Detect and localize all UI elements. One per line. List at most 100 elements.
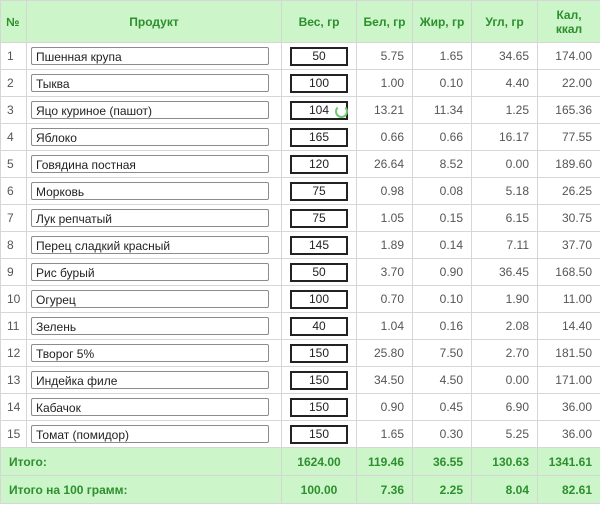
weight-input[interactable]: 100 (290, 73, 348, 93)
weight-input[interactable]: 150 (290, 397, 348, 417)
row-number: 11 (0, 312, 27, 340)
header-carbs: Угл, гр (471, 0, 538, 43)
table-row: 13 Индейка филе 150 34.50 4.50 0.00 171.00 (0, 366, 600, 394)
protein-value: 5.75 (356, 42, 413, 70)
weight-input[interactable]: 150 (290, 370, 348, 390)
per100-label: Итого на 100 грамм: (0, 475, 282, 504)
weight-input[interactable]: 75 (290, 181, 348, 201)
weight-input[interactable]: 150 (290, 424, 348, 444)
fat-value: 8.52 (412, 150, 472, 178)
row-number: 2 (0, 69, 27, 97)
product-name-input[interactable]: Огурец (31, 290, 269, 308)
totals-protein: 119.46 (356, 447, 413, 476)
protein-value: 0.90 (356, 393, 413, 421)
carbs-value: 7.11 (471, 231, 538, 259)
weight-input[interactable]: 104 (290, 100, 348, 120)
product-name-input[interactable]: Морковь (31, 182, 269, 200)
carbs-value: 5.18 (471, 177, 538, 205)
weight-value: 50 (312, 264, 326, 279)
row-number: 9 (0, 258, 27, 286)
fat-value: 0.16 (412, 312, 472, 340)
header-fat: Жир, гр (412, 0, 472, 43)
weight-input[interactable]: 120 (290, 154, 348, 174)
carbs-value: 16.17 (471, 123, 538, 151)
protein-value: 0.98 (356, 177, 413, 205)
per100-weight: 100.00 (281, 475, 357, 504)
loading-spinner-icon (335, 104, 348, 118)
product-name-input[interactable]: Томат (помидор) (31, 425, 269, 443)
weight-value: 100 (308, 291, 330, 306)
row-number: 10 (0, 285, 27, 313)
weight-input[interactable]: 150 (290, 343, 348, 363)
fat-value: 0.66 (412, 123, 472, 151)
fat-value: 4.50 (412, 366, 472, 394)
product-name-input[interactable]: Индейка филе (31, 371, 269, 389)
header-calories: Кал, ккал (537, 0, 600, 43)
row-number: 12 (0, 339, 27, 367)
fat-value: 11.34 (412, 96, 472, 124)
protein-value: 1.05 (356, 204, 413, 232)
table-row: 10 Огурец 100 0.70 0.10 1.90 11.00 (0, 285, 600, 313)
header-calories-line2: ккал (555, 21, 583, 36)
table-row: 12 Творог 5% 150 25.80 7.50 2.70 181.50 (0, 339, 600, 367)
carbs-value: 34.65 (471, 42, 538, 70)
weight-value: 75 (312, 210, 326, 225)
row-number: 4 (0, 123, 27, 151)
row-number: 5 (0, 150, 27, 178)
calories-value: 37.70 (537, 231, 600, 259)
table-row: 5 Говядина постная 120 26.64 8.52 0.00 189.60 (0, 150, 600, 178)
row-number: 8 (0, 231, 27, 259)
fat-value: 0.14 (412, 231, 472, 259)
product-name-input[interactable]: Перец сладкий красный (31, 236, 269, 254)
product-name-input[interactable]: Зелень (31, 317, 269, 335)
weight-input[interactable]: 145 (290, 235, 348, 255)
product-name-input[interactable]: Яцо куриное (пашот) (31, 101, 269, 119)
protein-value: 13.21 (356, 96, 413, 124)
totals-row: Итого: 1624.00 119.46 36.55 130.63 1341.… (0, 447, 600, 476)
calories-value: 189.60 (537, 150, 600, 178)
weight-value: 145 (308, 237, 330, 252)
carbs-value: 0.00 (471, 366, 538, 394)
calories-value: 14.40 (537, 312, 600, 340)
protein-value: 0.66 (356, 123, 413, 151)
table-row: 6 Морковь 75 0.98 0.08 5.18 26.25 (0, 177, 600, 205)
weight-value: 165 (308, 129, 330, 144)
product-name-input[interactable]: Рис бурый (31, 263, 269, 281)
carbs-value: 6.90 (471, 393, 538, 421)
protein-value: 26.64 (356, 150, 413, 178)
product-name-input[interactable]: Лук репчатый (31, 209, 269, 227)
row-number: 1 (0, 42, 27, 70)
calories-value: 26.25 (537, 177, 600, 205)
header-product: Продукт (26, 0, 282, 43)
weight-value: 100 (308, 75, 330, 90)
fat-value: 0.15 (412, 204, 472, 232)
weight-input[interactable]: 40 (290, 316, 348, 336)
weight-input[interactable]: 165 (290, 127, 348, 147)
table-row: 7 Лук репчатый 75 1.05 0.15 6.15 30.75 (0, 204, 600, 232)
calories-value: 22.00 (537, 69, 600, 97)
product-name-input[interactable]: Творог 5% (31, 344, 269, 362)
nutrition-table: № Продукт Вес, гр Бел, гр Жир, гр Угл, г… (0, 0, 600, 504)
weight-input[interactable]: 75 (290, 208, 348, 228)
table-row: 3 Яцо куриное (пашот) 104 13.21 11.34 1.25 165… (0, 96, 600, 124)
weight-input[interactable]: 50 (290, 46, 348, 66)
weight-input[interactable]: 100 (290, 289, 348, 309)
fat-value: 0.08 (412, 177, 472, 205)
calories-value: 181.50 (537, 339, 600, 367)
table-row: 2 Тыква 100 1.00 0.10 4.40 22.00 (0, 69, 600, 97)
product-name-input[interactable]: Кабачок (31, 398, 269, 416)
row-number: 7 (0, 204, 27, 232)
product-name-input[interactable]: Говядина постная (31, 155, 269, 173)
weight-value: 104 (308, 102, 330, 117)
calories-value: 11.00 (537, 285, 600, 313)
product-name-input[interactable]: Тыква (31, 74, 269, 92)
calories-value: 77.55 (537, 123, 600, 151)
carbs-value: 2.70 (471, 339, 538, 367)
carbs-value: 6.15 (471, 204, 538, 232)
row-number: 6 (0, 177, 27, 205)
carbs-value: 1.90 (471, 285, 538, 313)
product-name-input[interactable]: Яблоко (31, 128, 269, 146)
weight-input[interactable]: 50 (290, 262, 348, 282)
calories-value: 171.00 (537, 366, 600, 394)
product-name-input[interactable]: Пшенная крупа (31, 47, 269, 65)
